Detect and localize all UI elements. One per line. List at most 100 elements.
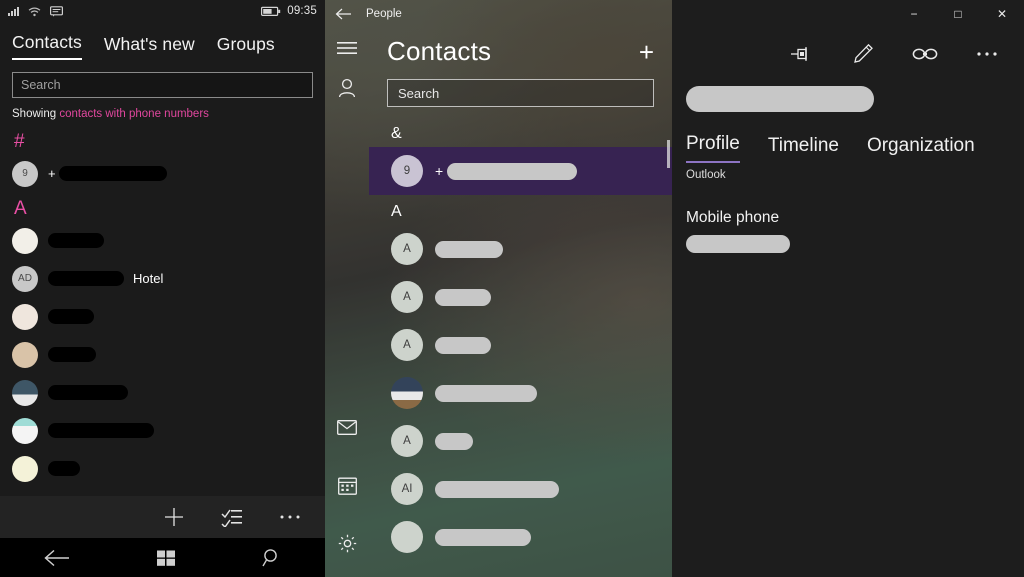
- list-item[interactable]: [0, 450, 325, 488]
- window-controls: − □ ✕: [672, 0, 1024, 28]
- people-header: Contacts +: [325, 28, 672, 67]
- maximize-button[interactable]: □: [936, 0, 980, 28]
- contact-name: [48, 461, 80, 477]
- calendar-rail-icon[interactable]: [325, 465, 369, 505]
- redacted-name: [447, 162, 578, 180]
- redacted-name: [435, 480, 559, 498]
- people-nav-rail: [325, 28, 369, 577]
- list-item[interactable]: AD Hotel: [0, 260, 325, 298]
- avatar: A: [391, 281, 423, 313]
- phone-navigation-bar: [0, 538, 325, 577]
- people-contact-list[interactable]: & 9 + A A A A A AI: [369, 107, 672, 561]
- ellipsis-icon[interactable]: [279, 514, 301, 520]
- phone-tab-contacts[interactable]: Contacts: [12, 32, 82, 60]
- link-contacts-button[interactable]: [894, 32, 956, 76]
- link-icon: [912, 48, 938, 60]
- avatar: [12, 455, 38, 482]
- redacted-name: [435, 336, 491, 354]
- avatar: A: [391, 329, 423, 361]
- people-list-panel: People Contacts + Search & 9 + A A A A A…: [325, 0, 672, 577]
- pin-button[interactable]: [770, 32, 832, 76]
- people-group-header-a: A: [391, 203, 402, 220]
- add-contact-button[interactable]: +: [639, 39, 654, 65]
- contact-name: [435, 336, 491, 354]
- redacted-name: [686, 86, 874, 112]
- list-item[interactable]: [0, 412, 325, 450]
- contact-name: [48, 347, 96, 363]
- redacted-name: [48, 309, 94, 325]
- contact-name: [48, 309, 94, 325]
- avatar: [12, 303, 38, 330]
- phone-tab-groups[interactable]: Groups: [217, 34, 275, 60]
- avatar: A: [391, 233, 423, 265]
- redacted-name: [435, 384, 537, 402]
- phone-tab-whats-new[interactable]: What's new: [104, 34, 195, 60]
- list-item[interactable]: [0, 336, 325, 374]
- contact-field-mobile-phone[interactable]: Mobile phone: [672, 181, 1024, 258]
- contact-name: Hotel: [48, 271, 163, 287]
- phone-group-header-a: A: [14, 197, 27, 219]
- field-label: Mobile phone: [686, 209, 780, 226]
- back-arrow-icon[interactable]: [43, 549, 71, 567]
- pencil-icon: [854, 43, 873, 63]
- contact-name: [48, 385, 128, 401]
- list-item[interactable]: [0, 222, 325, 260]
- contact-detail-pane: − □ ✕ Profile Timeline Organization Outl…: [672, 0, 1024, 577]
- page-title: Contacts: [387, 36, 492, 66]
- people-prefix: +: [435, 163, 444, 179]
- search-icon[interactable]: [262, 548, 282, 568]
- tab-organization[interactable]: Organization: [867, 135, 975, 163]
- list-item[interactable]: A: [369, 321, 672, 369]
- list-item[interactable]: 9 +: [0, 155, 325, 193]
- list-item[interactable]: [369, 369, 672, 417]
- pin-icon: [791, 47, 807, 61]
- plus-icon[interactable]: [163, 506, 185, 528]
- list-item[interactable]: A: [369, 225, 672, 273]
- list-item[interactable]: A: [369, 417, 672, 465]
- people-rail-icon[interactable]: [325, 68, 369, 108]
- select-list-icon[interactable]: [221, 507, 243, 527]
- phone-filter-link[interactable]: contacts with phone numbers: [59, 108, 209, 120]
- redacted-name: [48, 271, 124, 287]
- contact-name: +: [435, 162, 578, 180]
- avatar: A: [391, 425, 423, 457]
- minimize-button[interactable]: −: [892, 0, 936, 28]
- phone-filter-prefix: Showing: [12, 108, 57, 120]
- list-item[interactable]: [0, 298, 325, 336]
- mail-rail-icon[interactable]: [325, 407, 369, 447]
- tab-timeline[interactable]: Timeline: [768, 135, 839, 163]
- redacted-name: [435, 288, 491, 306]
- hamburger-menu-icon[interactable]: [325, 28, 369, 68]
- wifi-icon: [28, 7, 41, 16]
- status-right-icons: 09:35: [261, 5, 317, 17]
- battery-icon: [261, 6, 281, 16]
- redacted-name: [435, 528, 531, 546]
- phone-app-bar: [0, 496, 325, 538]
- status-left-icons: [8, 5, 63, 17]
- list-item[interactable]: [369, 513, 672, 561]
- windows-start-icon[interactable]: [156, 548, 176, 568]
- people-title-bar: People: [325, 0, 672, 28]
- list-item[interactable]: A: [369, 273, 672, 321]
- avatar: AI: [391, 473, 423, 505]
- settings-rail-icon[interactable]: [325, 523, 369, 563]
- list-item[interactable]: [0, 374, 325, 412]
- people-search-input[interactable]: Search: [387, 79, 654, 107]
- scrollbar-thumb[interactable]: [667, 140, 670, 168]
- avatar: [12, 379, 38, 406]
- back-arrow-icon[interactable]: [335, 8, 352, 20]
- close-button[interactable]: ✕: [980, 0, 1024, 28]
- avatar: [12, 227, 38, 254]
- phone-pivot-tabs: Contacts What's new Groups: [0, 22, 325, 60]
- phone-status-bar: 09:35: [0, 0, 325, 22]
- more-options-button[interactable]: [956, 32, 1018, 76]
- tab-profile[interactable]: Profile: [686, 133, 740, 163]
- messaging-icon: [50, 5, 63, 17]
- contact-name: [435, 288, 491, 306]
- list-item[interactable]: 9 +: [369, 147, 672, 195]
- list-item[interactable]: AI: [369, 465, 672, 513]
- phone-search-input[interactable]: Search: [12, 72, 313, 98]
- edit-button[interactable]: [832, 32, 894, 76]
- avatar: [391, 377, 423, 409]
- phone-contact-list[interactable]: # 9 + A AD Hotel: [0, 120, 325, 488]
